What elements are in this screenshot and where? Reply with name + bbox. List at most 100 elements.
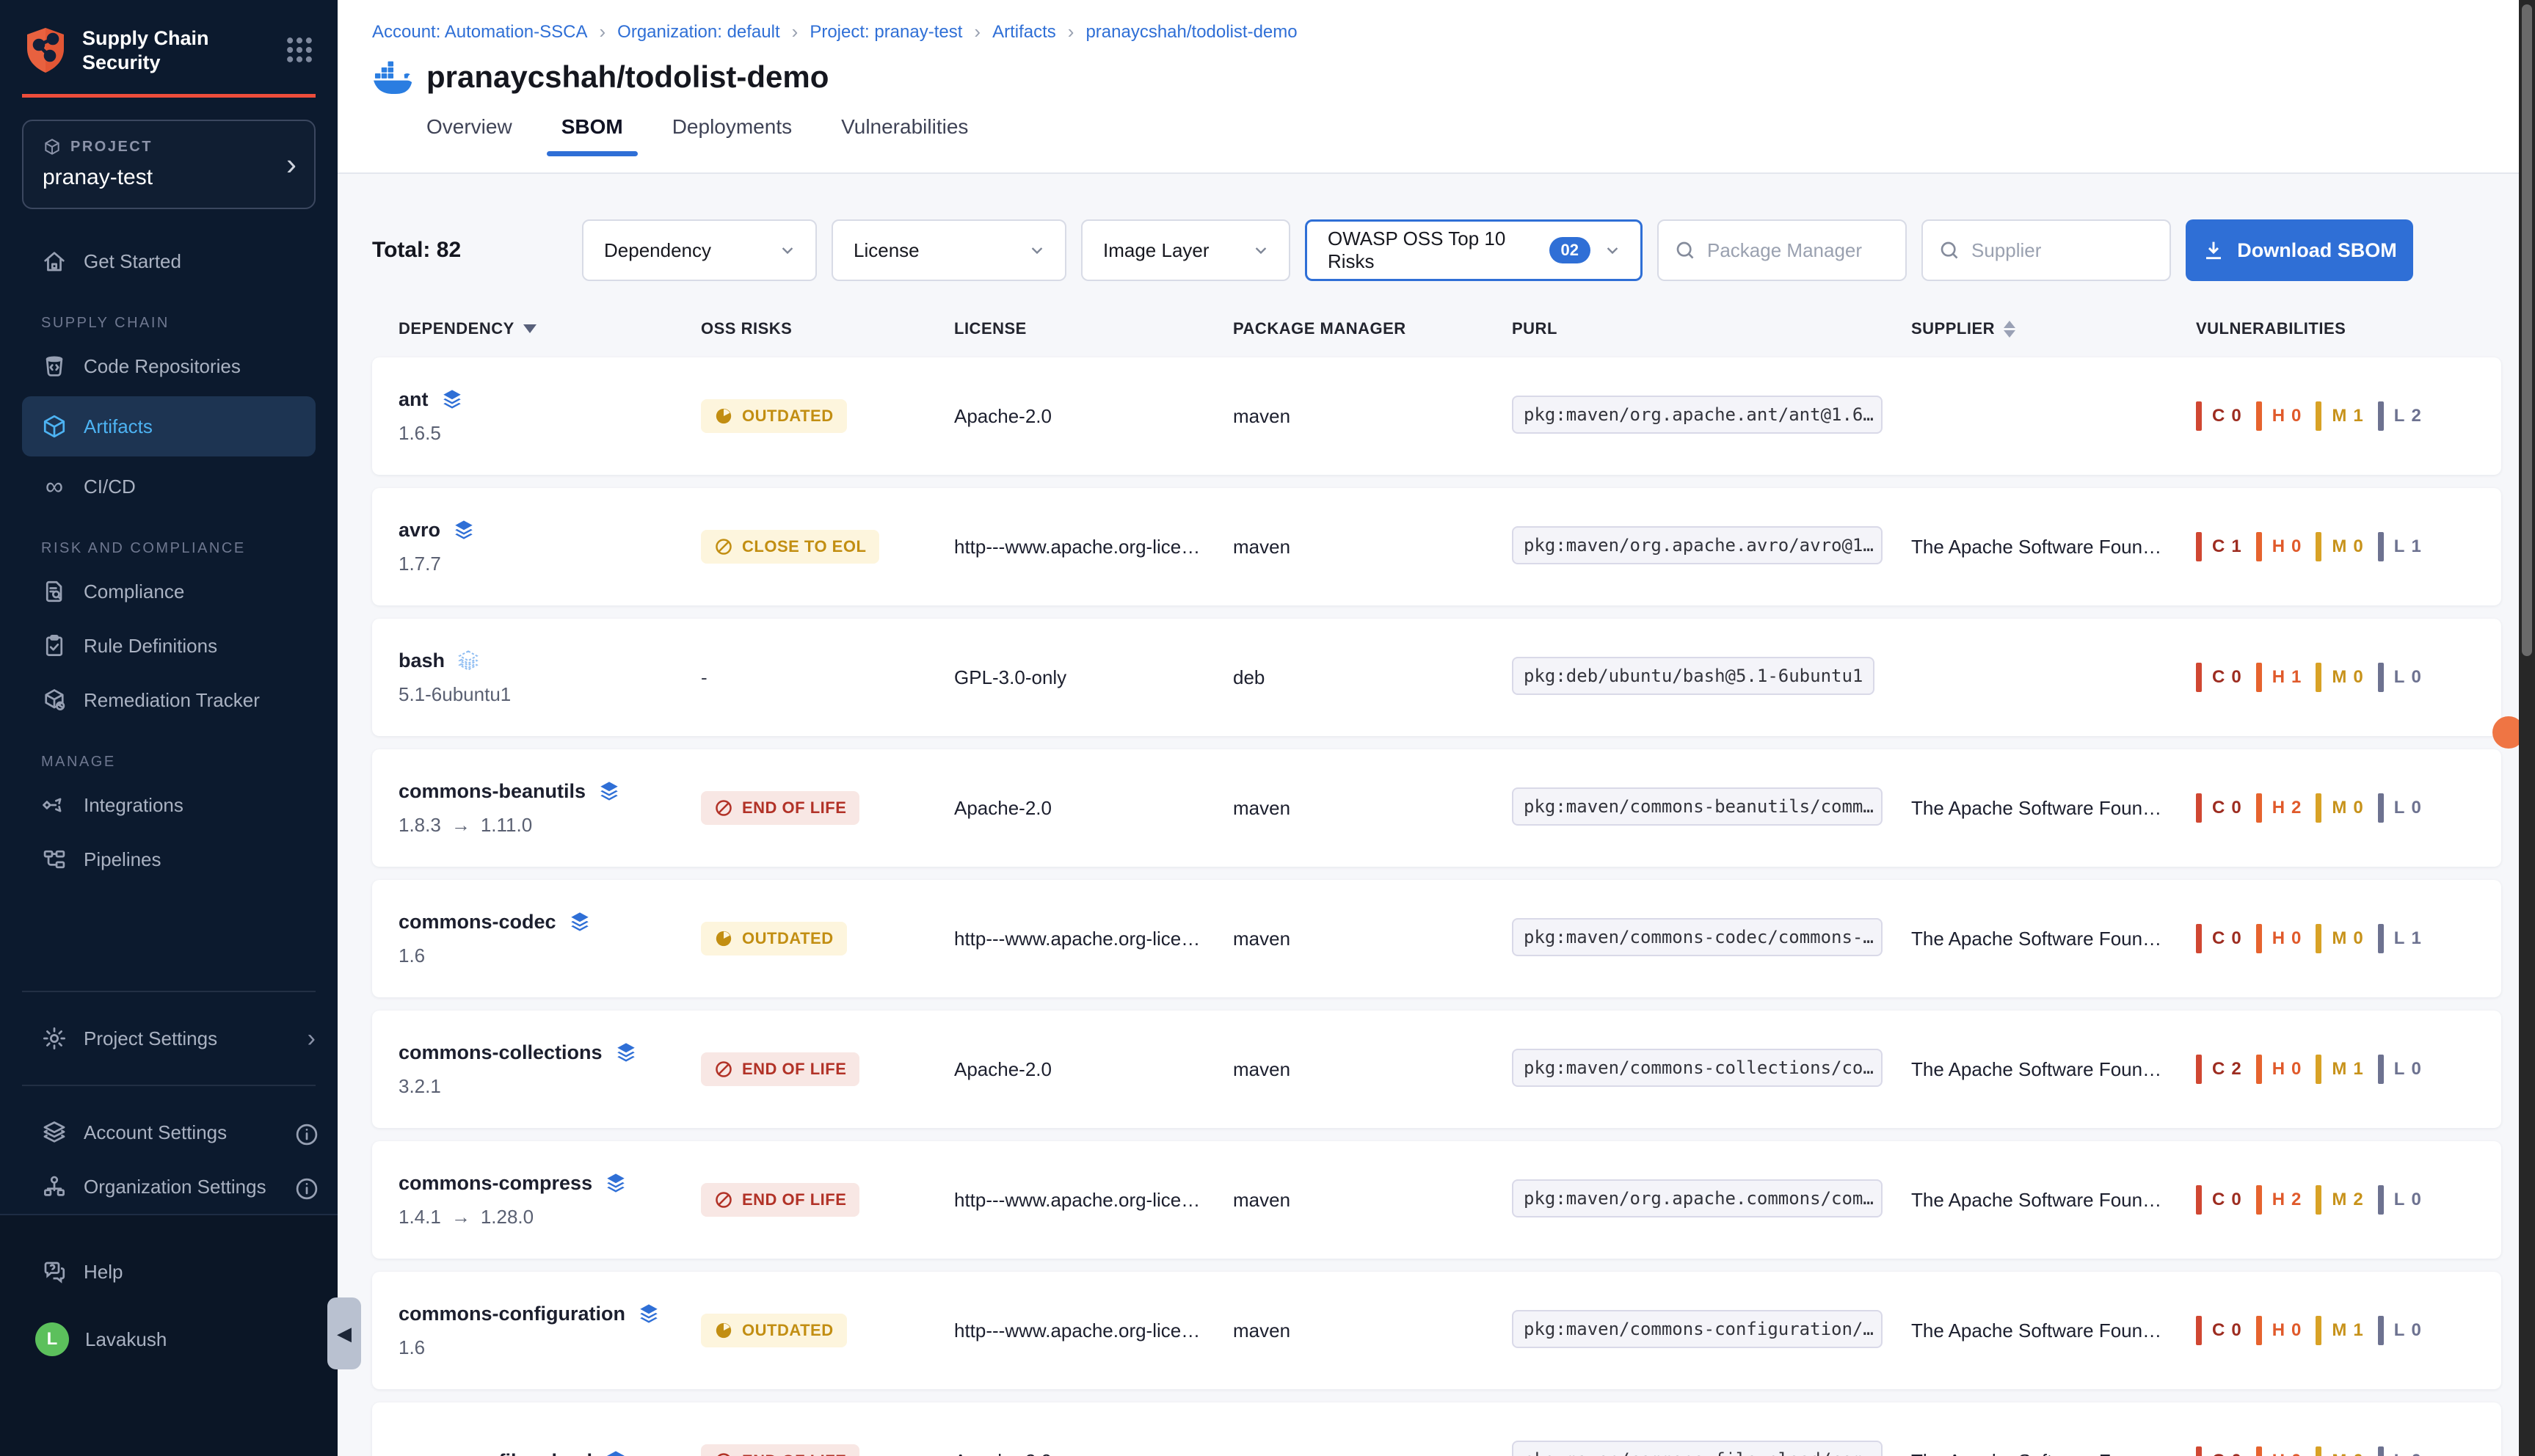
purl-cell: pkg:maven/org.apache.ant/ant@1.6… [1512,396,1911,437]
vuln-count-critical: C0 [2196,663,2241,692]
tab-overview[interactable]: Overview [422,115,517,156]
purl-value[interactable]: pkg:maven/org.apache.avro/avro@1… [1512,526,1883,564]
filter-dropdown-license[interactable]: License [832,219,1066,281]
breadcrumb-link[interactable]: pranaycshah/todolist-demo [1085,22,1297,43]
sidebar-item-pipelines[interactable]: Pipelines [0,832,338,887]
info-icon[interactable] [294,1121,316,1143]
filter-dropdown-dependency[interactable]: Dependency [582,219,817,281]
oss-risk-badge: END OF LIFE [701,791,859,825]
oss-risk-badge: OUTDATED [701,1314,847,1347]
oss-risk-badge: END OF LIFE [701,1444,859,1456]
sidebar-item-label: Account Settings [84,1121,227,1144]
sidebar-item-rule-definitions[interactable]: Rule Definitions [0,619,338,673]
vuln-count-critical: C0 [2196,401,2241,431]
purl-value[interactable]: pkg:maven/org.apache.commons/com… [1512,1179,1883,1217]
table-row-bash[interactable]: bash 5.1-6ubuntu1 - GPL-3.0-only deb pkg… [372,619,2501,736]
dependency-version: 1.6 [399,1336,701,1359]
table-row-commons-fileupload[interactable]: commons-fileupload END OF LIFE Apache-2.… [372,1402,2501,1456]
purl-cell: pkg:maven/commons-codec/commons-… [1512,918,1911,960]
breadcrumb-link[interactable]: Project: pranay-test [810,22,962,43]
purl-value[interactable]: pkg:maven/commons-codec/commons-… [1512,918,1883,956]
sort-toggle-icon[interactable] [2004,321,2015,338]
purl-value[interactable]: pkg:maven/commons-fileupload/com… [1512,1441,1883,1456]
vuln-count-low: L0 [2378,1185,2421,1215]
table-row-avro[interactable]: avro 1.7.7 CLOSE TO EOL http---www.apach… [372,488,2501,605]
license-cell: http---www.apache.org-lice… [954,1320,1233,1342]
download-sbom-button[interactable]: Download SBOM [2186,219,2413,281]
sidebar-item-ci-cd[interactable]: ∞CI/CD [0,459,338,514]
sidebar-section-label: MANAGE [0,727,338,778]
table-row-commons-beanutils[interactable]: commons-beanutils 1.8.3→1.11.0 END OF LI… [372,749,2501,867]
purl-value[interactable]: pkg:maven/org.apache.ant/ant@1.6… [1512,396,1883,434]
dependency-cell: commons-compress 1.4.1→1.28.0 [399,1172,701,1228]
column-header-vulnerabilities: VULNERABILITIES [2196,319,2501,338]
column-label: OSS RISKS [701,319,792,338]
info-icon[interactable] [294,1176,316,1198]
module-grid-icon[interactable] [283,34,316,66]
column-header-supplier[interactable]: SUPPLIER [1911,319,2196,338]
project-selector[interactable]: PROJECT pranay-test › [22,120,316,209]
purl-value[interactable]: pkg:deb/ubuntu/bash@5.1-6ubuntu1 [1512,657,1874,695]
package-manager-cell: maven [1233,405,1512,428]
column-header-purl: PURL [1512,319,1911,338]
user-menu[interactable]: L Lavakush [0,1312,338,1366]
sort-desc-icon[interactable] [523,324,537,333]
purl-cell: pkg:maven/commons-collections/co… [1512,1049,1911,1091]
table-row-commons-codec[interactable]: commons-codec 1.6 OUTDATED http---www.ap… [372,880,2501,997]
sidebar-item-artifacts[interactable]: Artifacts [22,396,316,456]
tab-vulnerabilities[interactable]: Vulnerabilities [837,115,972,156]
table-row-ant[interactable]: ant 1.6.5 OUTDATED Apache-2.0 maven pkg:… [372,357,2501,475]
oss-risk-badge: CLOSE TO EOL [701,530,879,564]
breadcrumb-link[interactable]: Organization: default [617,22,779,43]
supplier-cell: The Apache Software Foun… [1911,928,2196,950]
breadcrumb: Account: Automation-SSCA›Organization: d… [372,21,2501,43]
sidebar-item-organization-settings[interactable]: Organization Settings [0,1160,338,1214]
sidebar-item-label: Organization Settings [84,1176,266,1198]
breadcrumb-link[interactable]: Artifacts [992,22,1056,43]
sidebar-collapse-handle[interactable]: ◀ [327,1297,361,1369]
sidebar-item-label: Artifacts [84,415,153,438]
sidebar-item-code-repositories[interactable]: Code Repositories [0,339,338,393]
table-row-commons-collections[interactable]: commons-collections 3.2.1 END OF LIFE Ap… [372,1011,2501,1128]
purl-value[interactable]: pkg:maven/commons-beanutils/comm… [1512,787,1883,826]
dependency-name: commons-codec [399,911,556,933]
package-manager-cell: maven [1233,1189,1512,1212]
column-label: PURL [1512,319,1557,338]
table-row-commons-compress[interactable]: commons-compress 1.4.1→1.28.0 END OF LIF… [372,1141,2501,1259]
vuln-count-high: H0 [2256,1316,2302,1345]
vuln-count-critical: C0 [2196,1446,2241,1456]
vulnerabilities-cell: C0H0M0L0 [2196,1446,2501,1456]
oss-risk-badge: END OF LIFE [701,1183,859,1217]
purl-value[interactable]: pkg:maven/commons-collections/co… [1512,1049,1883,1087]
tab-sbom[interactable]: SBOM [557,115,628,156]
sidebar-item-account-settings[interactable]: Account Settings [0,1105,338,1160]
sidebar-item-remediation-tracker[interactable]: Remediation Tracker [0,673,338,727]
dropdown-label: Image Layer [1103,239,1239,262]
filter-dropdown-image-layer[interactable]: Image Layer [1081,219,1290,281]
oss-risk-badge: END OF LIFE [701,1052,859,1086]
breadcrumb-link[interactable]: Account: Automation-SSCA [372,22,587,43]
vuln-count-critical: C0 [2196,1316,2241,1345]
sidebar-item-compliance[interactable]: Compliance [0,564,338,619]
tab-deployments[interactable]: Deployments [668,115,796,156]
sidebar-item-integrations[interactable]: Integrations [0,778,338,832]
oss-risk-cell: CLOSE TO EOL [701,530,954,564]
sidebar-item-get-started[interactable]: Get Started [0,234,338,288]
purl-cell: pkg:deb/ubuntu/bash@5.1-6ubuntu1 [1512,657,1911,699]
table-row-commons-configuration[interactable]: commons-configuration 1.6 OUTDATED http-… [372,1272,2501,1389]
column-header-dependency[interactable]: DEPENDENCY [399,319,701,338]
vuln-count-low: L0 [2378,1055,2421,1084]
purl-value[interactable]: pkg:maven/commons-configuration/… [1512,1310,1883,1348]
page-scrollbar-thumb[interactable] [2522,4,2532,656]
sbom-content: Total: 82 DependencyLicenseImage LayerOW… [338,219,2535,1456]
chevron-right-icon: › [286,149,297,180]
sidebar-item-help[interactable]: Help [0,1245,338,1299]
product-name: Supply Chain Security [82,26,236,75]
dependency-name: avro [399,519,440,542]
sidebar-nav: Get StartedSUPPLY CHAINCode Repositories… [0,234,338,972]
filter-dropdown-owasp-oss-top-10-risks[interactable]: OWASP OSS Top 10 Risks02 [1305,219,1643,281]
sidebar-item-project-settings[interactable]: Project Settings› [0,1011,338,1066]
oss-risk-cell: END OF LIFE [701,791,954,825]
column-label: PACKAGE MANAGER [1233,319,1406,338]
supplier-cell: The Apache Software Foun… [1911,797,2196,820]
